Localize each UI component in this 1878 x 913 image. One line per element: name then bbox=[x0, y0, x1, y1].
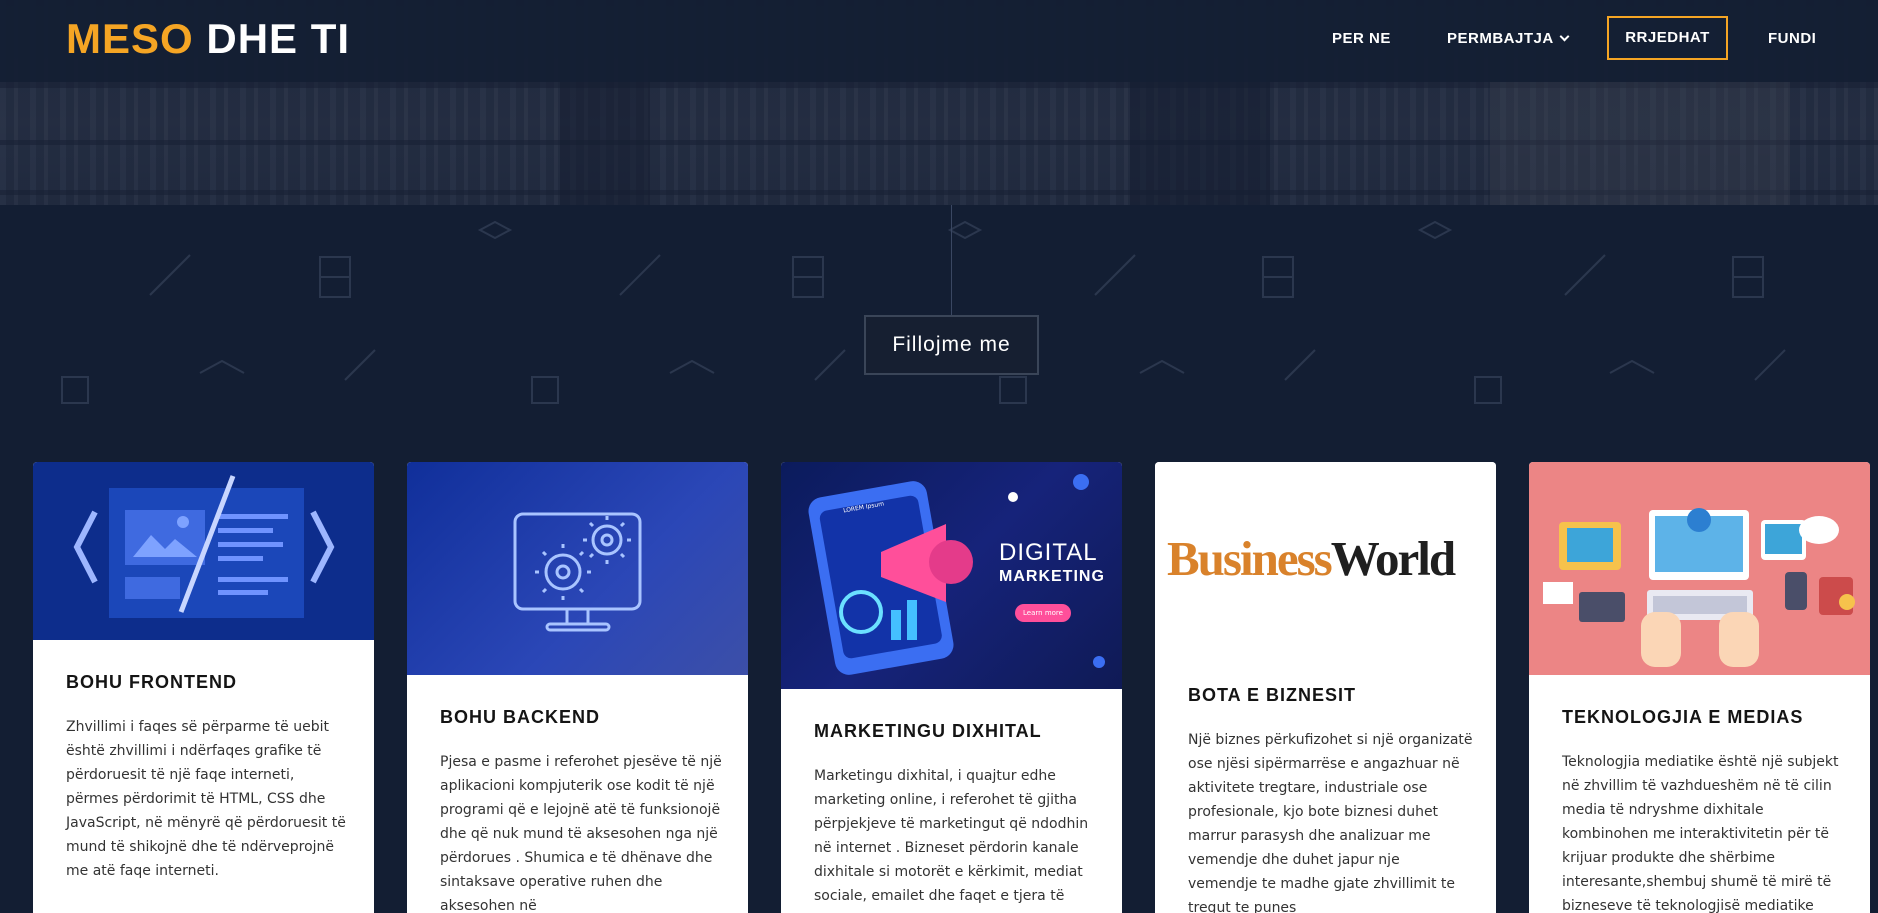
card-description: Teknologjia mediatike është një subjekt … bbox=[1562, 754, 1839, 913]
card-image: DIGITAL MARKETING Learn more LOREM Ipsum bbox=[781, 462, 1122, 689]
nav-item-label: RRJEDHAT bbox=[1625, 29, 1710, 46]
card-title: BOTA E BIZNESIT bbox=[1188, 685, 1356, 705]
logo-word-world: World bbox=[1330, 531, 1456, 586]
businessworld-logo: BusinessWorld bbox=[1167, 530, 1456, 587]
course-card-business[interactable]: BusinessWorld BOTA E BIZNESIT Një biznes… bbox=[1155, 462, 1496, 913]
course-card-media-technology[interactable]: TEKNOLOGJIA E MEDIAS Teknologjia mediati… bbox=[1529, 462, 1870, 913]
card-description: Pjesa e pasme i referohet pjesëve të një… bbox=[440, 754, 722, 913]
card-title: TEKNOLOGJIA E MEDIAS bbox=[1562, 707, 1804, 727]
gear-monitor-icon bbox=[513, 512, 642, 632]
course-card-digital-marketing[interactable]: DIGITAL MARKETING Learn more LOREM Ipsum… bbox=[781, 462, 1122, 913]
nav-item-label: FUNDI bbox=[1768, 30, 1817, 47]
nav-item-label: PERMBAJTJA bbox=[1447, 30, 1554, 47]
site-logo[interactable]: MESO DHE TI bbox=[66, 14, 350, 64]
card-description: Marketingu dixhital, i quajtur edhe mark… bbox=[814, 768, 1089, 904]
card-description: Një biznes përkufizohet si një organizat… bbox=[1188, 732, 1473, 913]
chevron-down-icon bbox=[1559, 31, 1570, 42]
start-button[interactable]: Fillojme me bbox=[864, 315, 1039, 375]
card-title: BOHU FRONTEND bbox=[66, 672, 237, 692]
nav-item-fundi[interactable]: FUNDI bbox=[1768, 28, 1816, 50]
image-subheadline: MARKETING bbox=[999, 568, 1105, 585]
logo-part-1: MESO bbox=[66, 15, 194, 62]
card-description: Zhvillimi i faqes së përparme të uebit ë… bbox=[66, 719, 346, 879]
card-image: BusinessWorld bbox=[1155, 462, 1496, 687]
card-image bbox=[407, 462, 748, 675]
course-card-backend[interactable]: BOHU BACKEND Pjesa e pasme i referohet p… bbox=[407, 462, 748, 913]
card-title: BOHU BACKEND bbox=[440, 707, 600, 727]
card-image bbox=[33, 462, 374, 640]
top-navbar: MESO DHE TI PER NE PERMBAJTJA RRJEDHAT F… bbox=[0, 0, 1878, 82]
logo-word-business: Business bbox=[1167, 531, 1333, 586]
divider-line bbox=[951, 205, 952, 315]
nav-item-label: PER NE bbox=[1332, 30, 1391, 47]
image-learn-more-badge: Learn more bbox=[1015, 604, 1071, 622]
nav-item-rrjedhat[interactable]: RRJEDHAT bbox=[1607, 16, 1728, 60]
nav-item-per-ne[interactable]: PER NE bbox=[1332, 28, 1391, 50]
logo-part-2: DHE TI bbox=[206, 15, 351, 62]
media-technology-illustration-icon bbox=[1543, 508, 1855, 667]
frontend-illustration-icon bbox=[73, 475, 335, 618]
card-title: MARKETINGU DIXHITAL bbox=[814, 721, 1042, 741]
image-headline: DIGITAL bbox=[999, 539, 1098, 566]
card-image bbox=[1529, 462, 1870, 675]
nav-item-permbajtja[interactable]: PERMBAJTJA bbox=[1447, 28, 1570, 50]
course-card-frontend[interactable]: BOHU FRONTEND Zhvillimi i faqes së përpa… bbox=[33, 462, 374, 913]
